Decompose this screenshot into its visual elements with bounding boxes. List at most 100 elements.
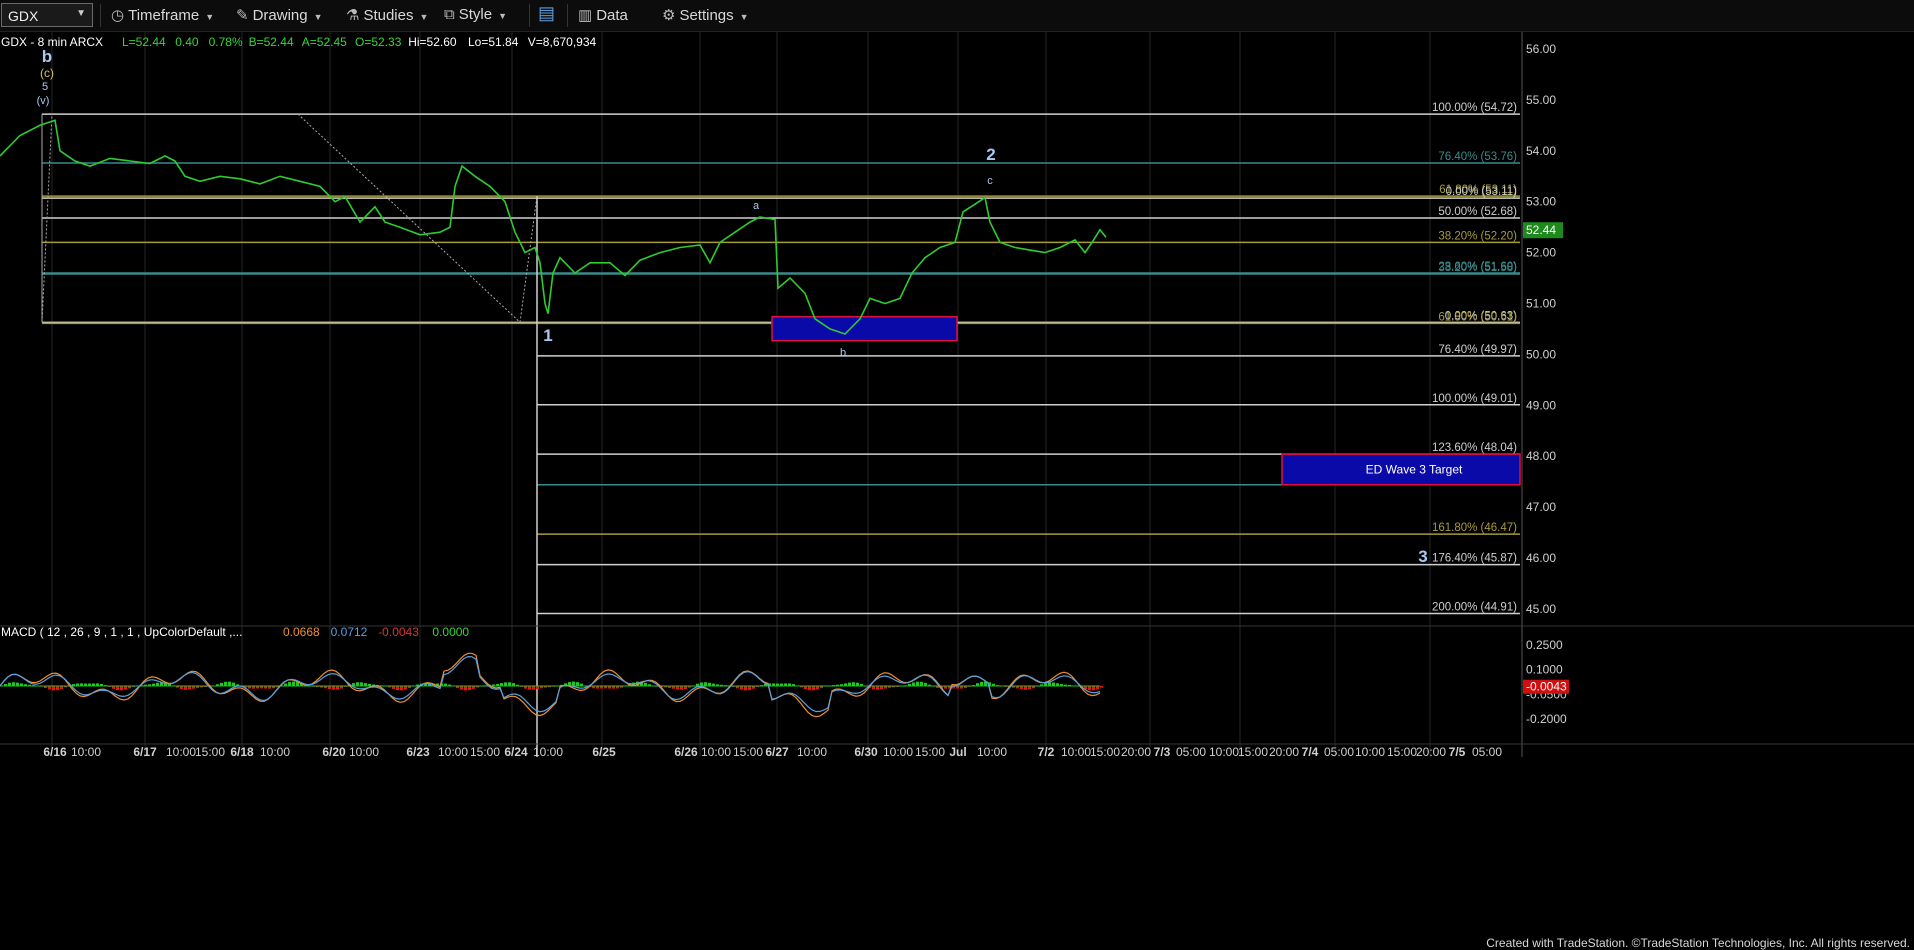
macd-histogram-bar xyxy=(508,682,511,686)
time-tick-label: 10:00 xyxy=(1355,745,1385,759)
settings-menu[interactable]: ⚙ Settings ▼ xyxy=(662,6,749,24)
macd-histogram-bar xyxy=(680,686,683,690)
time-axis: 6/16 10:00 6/17 10:0015:00 6/18 10:00 6/20 10:0… xyxy=(0,743,1914,759)
time-tick-label: 6/20 xyxy=(322,745,346,759)
macd-histogram-bar xyxy=(532,686,535,690)
price-line xyxy=(0,119,1107,335)
wave-label: (c) xyxy=(40,66,54,80)
macd-histogram-bar xyxy=(700,682,703,686)
macd-histogram-bar xyxy=(848,682,851,686)
macd-histogram-bar xyxy=(1052,682,1055,686)
timeframe-menu[interactable]: ◷ Timeframe ▼ xyxy=(111,6,214,24)
macd-histogram-bar xyxy=(1092,686,1095,691)
time-tick-label: 15:00 xyxy=(733,745,763,759)
time-tick-label: 10:00 xyxy=(1209,745,1239,759)
price-tick-label: 51.00 xyxy=(1526,297,1556,311)
quote-field: A=52.45 xyxy=(302,35,347,49)
macd-histogram-bar xyxy=(16,682,19,686)
pencil-icon: ✎ xyxy=(236,7,249,24)
chart-drawings: ED Wave 3 Target xyxy=(41,113,1521,757)
macd-histogram-bar xyxy=(980,681,983,686)
timeframe-label: Timeframe xyxy=(128,7,200,24)
macd-histogram-bar xyxy=(336,686,339,690)
time-tick-label: 15:00 xyxy=(1238,745,1268,759)
time-tick-label: 05:00 xyxy=(1176,745,1206,759)
time-tick-label: 05:00 xyxy=(1472,745,1502,759)
macd-histogram-bar xyxy=(400,686,403,691)
style-menu[interactable]: ⧉ Style ▼ xyxy=(444,6,507,23)
time-tick-label: 6/27 xyxy=(765,745,789,759)
chart-grid xyxy=(51,32,1431,757)
time-tick-label: 10:00 xyxy=(166,745,196,759)
target-box-label: ED Wave 3 Target xyxy=(1366,462,1463,476)
fib-level-label: 123.60% (48.04) xyxy=(1432,442,1517,454)
time-tick-label: 7/3 xyxy=(1154,745,1171,759)
time-tick-label: 05:00 xyxy=(1324,745,1354,759)
chart-header: GDX - 8 min ARCX L=52.44 0.40 0.78% B=52.44… xyxy=(1,35,597,49)
macd-histogram-bar xyxy=(468,686,471,691)
flask-icon: ⚗ xyxy=(346,7,360,24)
price-tick-label: 47.00 xyxy=(1526,500,1556,514)
time-tick-label: 10:00 xyxy=(438,745,468,759)
quote-field: V=8,670,934 xyxy=(528,35,597,49)
fib-level-label: 76.40% (53.76) xyxy=(1438,151,1517,163)
price-tick-label: 53.00 xyxy=(1526,195,1556,209)
chevron-down-icon: ▼ xyxy=(205,12,215,22)
price-tick-label: 55.00 xyxy=(1526,93,1556,107)
macd-histogram-bar xyxy=(292,681,295,686)
time-tick-label: 10:00 xyxy=(701,745,731,759)
macd-histogram-bar xyxy=(876,686,879,690)
macd-histogram-bar xyxy=(748,686,751,691)
macd-axis-label: 0.1000 xyxy=(1526,663,1563,677)
wave-label: (v) xyxy=(37,95,50,107)
quote-field: O=52.33 xyxy=(355,35,402,49)
fib-level-label: 38.20% (52.20) xyxy=(1438,230,1517,242)
time-tick-label: 6/18 xyxy=(230,745,254,759)
chevron-down-icon: ▼ xyxy=(739,12,749,22)
drawing-menu[interactable]: ✎ Drawing ▼ xyxy=(236,6,323,24)
style-icon: ⧉ xyxy=(444,6,455,23)
price-chart[interactable]: 100.00% (54.72)76.40% (53.76)61.80% (53.… xyxy=(0,32,1914,950)
symbol-text: GDX xyxy=(8,8,39,24)
toolbar-divider xyxy=(529,4,530,27)
wave-label: 5 xyxy=(42,81,48,93)
macd-value: 0.0000 xyxy=(432,625,469,639)
macd-histogram-bar xyxy=(228,681,231,686)
time-tick-label: 10:00 xyxy=(71,745,101,759)
data-label: Data xyxy=(596,7,628,24)
macd-value: 0.0668 xyxy=(283,625,320,639)
macd-histogram-bar xyxy=(460,686,463,690)
macd-histogram-bar xyxy=(808,686,811,691)
symbol-selector[interactable]: GDX ▼ xyxy=(1,3,93,27)
macd-histogram-bar xyxy=(116,686,119,691)
time-tick-label: 15:00 xyxy=(195,745,225,759)
macd-histogram-bar xyxy=(812,686,815,691)
macd-histogram-bar xyxy=(12,682,15,686)
time-tick-label: 6/24 xyxy=(504,745,528,759)
layout-icon[interactable]: ▤ xyxy=(538,3,555,24)
macd-histogram-bar xyxy=(528,686,531,690)
quote-field: 0.40 xyxy=(175,35,199,49)
time-tick-label: 10:00 xyxy=(349,745,379,759)
price-series xyxy=(0,119,1107,335)
quote-field: L=52.44 xyxy=(122,35,166,49)
macd-axis-label: 0.2500 xyxy=(1526,638,1563,652)
studies-menu[interactable]: ⚗ Studies ▼ xyxy=(346,6,428,24)
support-box xyxy=(771,315,958,342)
wave-labels: b(c)5(v)1ab2c3 xyxy=(37,47,1428,566)
macd-histogram-bar xyxy=(404,686,407,690)
clock-icon: ◷ xyxy=(111,7,125,24)
fib-level-label: 61.80% (50.61) xyxy=(1438,311,1517,323)
wave-label: 2 xyxy=(986,145,995,164)
macd-axis-label: -0.2000 xyxy=(1526,712,1567,726)
time-tick-label: 6/25 xyxy=(592,745,616,759)
macd-histogram-bar xyxy=(360,682,363,686)
macd-histogram-bar xyxy=(1028,686,1031,690)
time-tick-label: 15:00 xyxy=(470,745,500,759)
time-tick-label: 15:00 xyxy=(1090,745,1120,759)
macd-histogram-bar xyxy=(872,686,875,690)
style-label: Style xyxy=(458,6,493,23)
quote-line: L=52.44 0.40 0.78% B=52.44 A=52.45 O=52.33 Hi=… xyxy=(122,35,597,49)
data-menu[interactable]: ▥ Data xyxy=(578,6,628,24)
macd-histogram-bar xyxy=(676,686,679,690)
